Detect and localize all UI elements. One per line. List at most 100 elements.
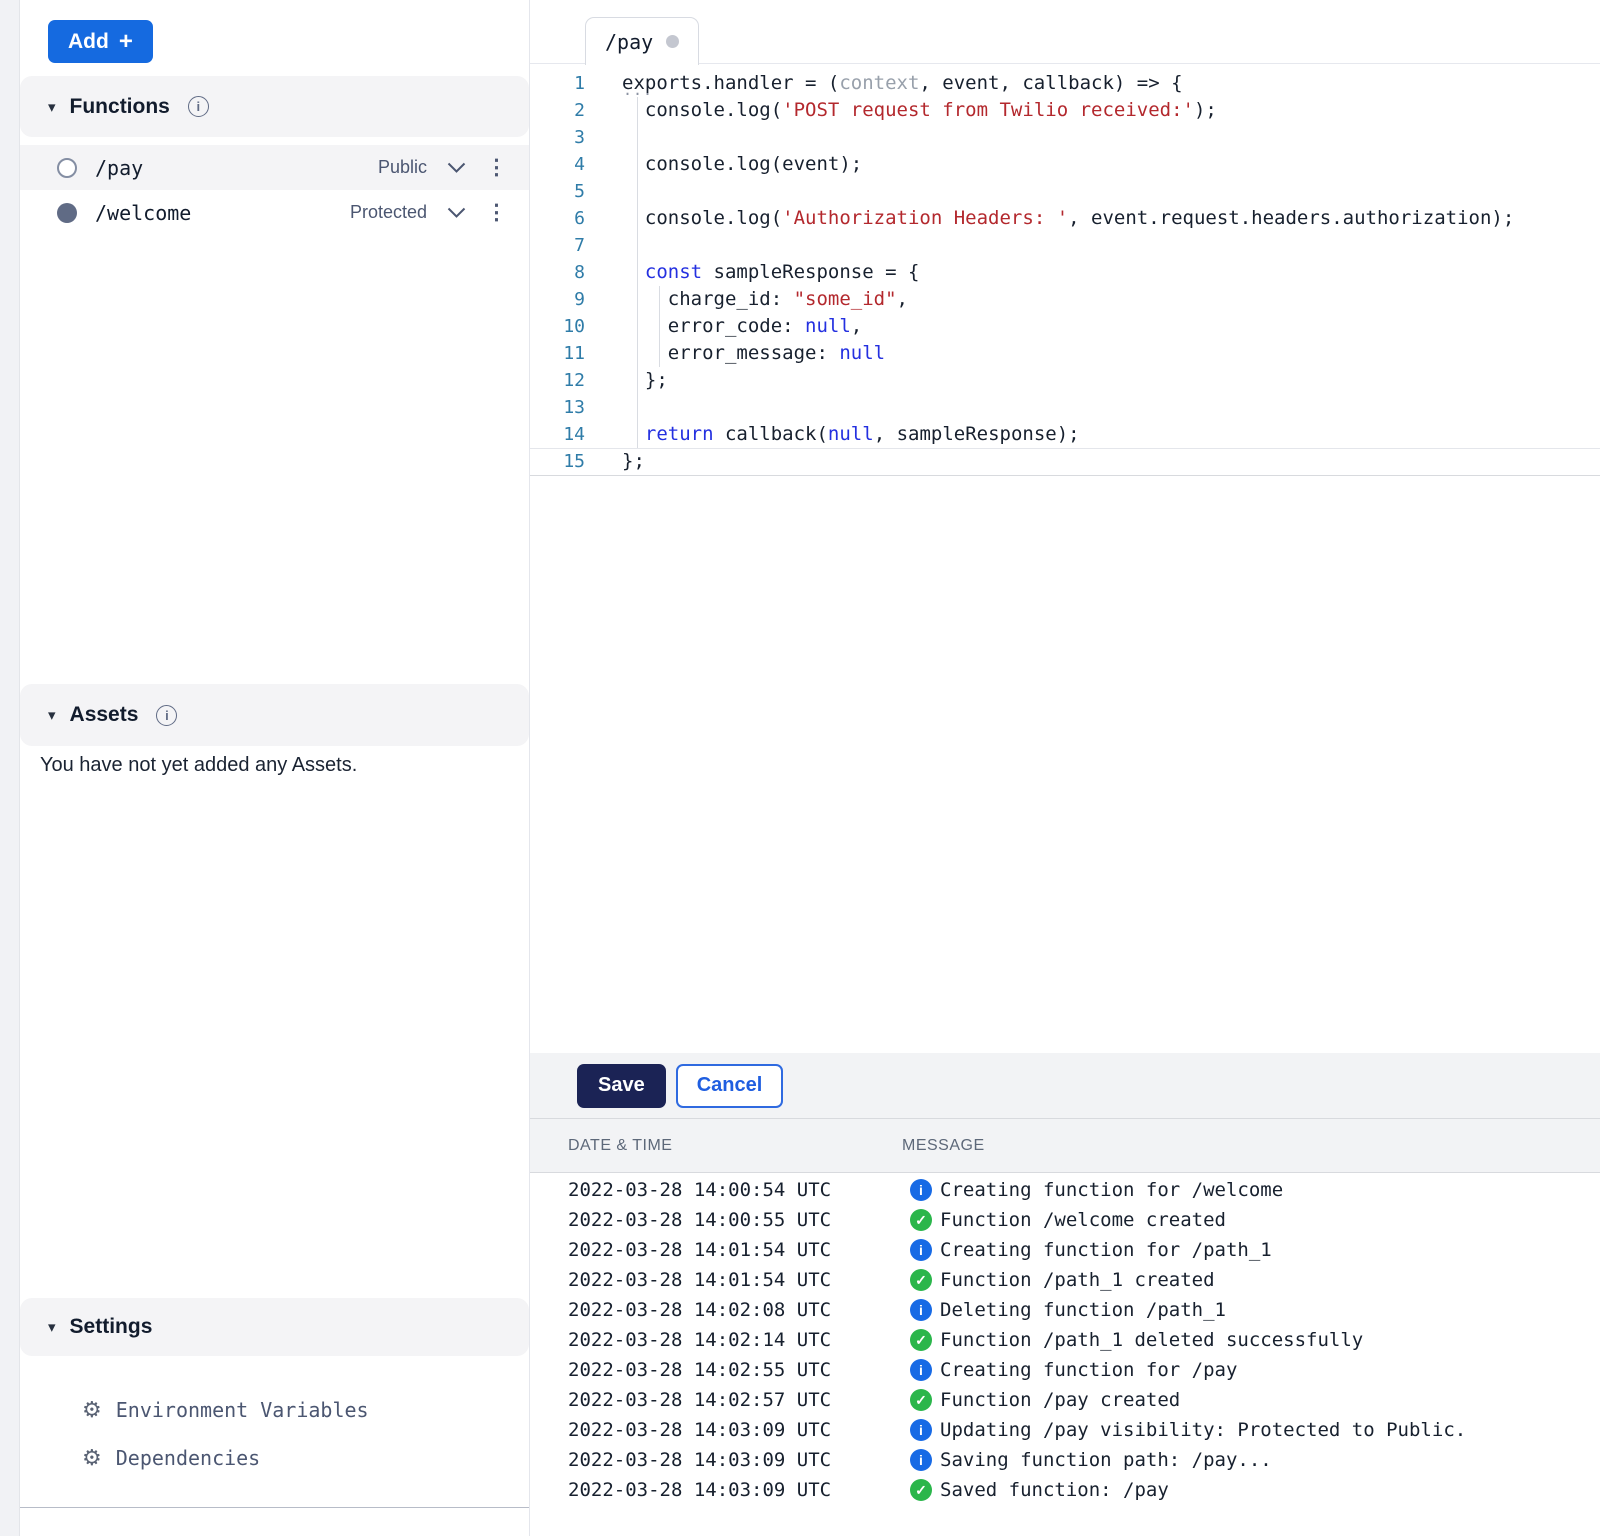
log-row: 2022-03-28 14:03:09 UTC✓Saved function: … [530,1475,1600,1505]
code-text: }; [585,448,645,475]
info-icon: i [910,1359,932,1381]
code-line-10[interactable]: 10 error_code: null, [530,313,1600,340]
code-token [622,261,645,283]
filled-circle-icon [57,203,77,223]
collapse-triangle-icon[interactable]: ▾ [48,98,56,116]
function-name[interactable]: /welcome [95,201,191,225]
code-line-12[interactable]: 12 }; [530,367,1600,394]
code-token: charge_id: [622,288,794,310]
sidebar-bottom-divider [20,1507,529,1508]
collapse-triangle-icon[interactable]: ▾ [48,706,56,724]
code-line-13[interactable]: 13 [530,394,1600,421]
functions-editor-app: Add + ▾ Functions i /payPublic⋮/welcomeP… [0,0,1600,1536]
functions-section-header[interactable]: ▾ Functions i [20,76,529,137]
code-line-8[interactable]: 8 const sampleResponse = { [530,259,1600,286]
log-row: 2022-03-28 14:01:54 UTCiCreating functio… [530,1235,1600,1265]
code-line-7[interactable]: 7 [530,232,1600,259]
settings-item-dependencies[interactable]: ⚙ Dependencies [82,1443,260,1473]
log-timestamp: 2022-03-28 14:03:09 UTC [530,1479,902,1501]
code-token: , event.request.headers.authorization); [1068,207,1514,229]
kebab-menu-icon[interactable]: ⋮ [486,202,507,223]
code-text [585,124,622,151]
kebab-menu-icon[interactable]: ⋮ [486,157,507,178]
code-text: error_message: null [585,340,885,367]
code-token: const [645,261,702,283]
code-token: }; [622,450,645,472]
log-timestamp: 2022-03-28 14:02:55 UTC [530,1359,902,1381]
code-line-6[interactable]: 6 console.log('Authorization Headers: ',… [530,205,1600,232]
code-token: ); [1194,99,1217,121]
code-line-14[interactable]: 14 return callback(null, sampleResponse)… [530,421,1600,448]
save-button[interactable]: Save [577,1064,666,1108]
code-line-5[interactable]: 5 [530,178,1600,205]
code-token: "some_id" [794,288,897,310]
line-number: 7 [530,232,585,259]
code-line-3[interactable]: 3 [530,124,1600,151]
log-message: Function /welcome created [940,1209,1226,1231]
code-token: return [645,423,714,445]
chevron-down-icon[interactable] [447,207,466,219]
info-outline-icon[interactable]: i [188,96,209,117]
log-row: 2022-03-28 14:03:09 UTCiUpdating /pay vi… [530,1415,1600,1445]
gear-icon: ⚙ [82,1447,102,1469]
code-token: 'POST request from Twilio received:' [782,99,1194,121]
function-row-pay[interactable]: /payPublic⋮ [20,145,529,190]
code-token: callback( [714,423,828,445]
log-header-date-time: DATE & TIME [530,1137,902,1155]
cancel-button[interactable]: Cancel [676,1064,784,1108]
code-token: console.log(event); [622,153,862,175]
collapsed-nav-strip [0,0,20,1536]
settings-item-environment-variables[interactable]: ⚙Environment Variables [82,1395,369,1425]
assets-section-title: Assets [70,703,139,727]
collapse-triangle-icon[interactable]: ▾ [48,1318,56,1336]
log-message: Deleting function /path_1 [940,1299,1226,1321]
log-message: Creating function for /welcome [940,1179,1283,1201]
function-row-welcome[interactable]: /welcomeProtected⋮ [20,190,529,235]
code-token: null [839,342,885,364]
assets-section-header[interactable]: ▾ Assets i [20,684,529,746]
code-token: exports.handler = ( [622,72,839,94]
chevron-down-icon[interactable] [447,162,466,174]
code-token: null [805,315,851,337]
log-message: Function /path_1 created [940,1269,1215,1291]
code-line-4[interactable]: 4 console.log(event); [530,151,1600,178]
log-row: 2022-03-28 14:03:09 UTCiSaving function … [530,1445,1600,1475]
function-name[interactable]: /pay [95,156,143,180]
main-panel: /pay ··· 1exports.handler = (context, ev… [530,0,1600,1536]
code-token: }; [622,369,668,391]
code-token: , sampleResponse); [874,423,1080,445]
line-number: 1 [530,70,585,97]
code-text: console.log('POST request from Twilio re… [585,97,1217,124]
settings-item-label: Dependencies [116,1446,261,1470]
code-token: error_code: [622,315,805,337]
log-row: 2022-03-28 14:01:54 UTC✓Function /path_1… [530,1265,1600,1295]
line-number: 8 [530,259,585,286]
log-timestamp: 2022-03-28 14:02:57 UTC [530,1389,902,1411]
line-number: 2 [530,97,585,124]
code-editor[interactable]: ··· 1exports.handler = (context, event, … [530,64,1600,1053]
code-token [622,423,645,445]
code-line-11[interactable]: 11 error_message: null [530,340,1600,367]
code-text [585,178,622,205]
info-outline-icon[interactable]: i [156,705,177,726]
tab-label: /pay [605,30,653,54]
log-message: Saving function path: /pay... [940,1449,1272,1471]
line-number: 14 [530,421,585,448]
log-row: 2022-03-28 14:02:55 UTCiCreating functio… [530,1355,1600,1385]
add-button-label: Add [68,30,109,54]
add-button[interactable]: Add + [48,20,153,63]
code-token: console.log( [622,99,782,121]
tab-pay[interactable]: /pay [585,17,699,65]
code-line-1[interactable]: 1exports.handler = (context, event, call… [530,70,1600,97]
code-line-2[interactable]: 2 console.log('POST request from Twilio … [530,97,1600,124]
success-check-icon: ✓ [910,1479,932,1501]
log-message: Function /path_1 deleted successfully [940,1329,1363,1351]
settings-section-header[interactable]: ▾ Settings [20,1298,529,1356]
code-line-9[interactable]: 9 charge_id: "some_id", [530,286,1600,313]
code-token: sampleResponse = { [702,261,919,283]
line-number: 10 [530,313,585,340]
code-line-15[interactable]: 15}; [530,448,1600,475]
code-text: charge_id: "some_id", [585,286,908,313]
editor-action-bar: Save Cancel [530,1053,1600,1118]
unsaved-changes-dot-icon [666,35,679,48]
